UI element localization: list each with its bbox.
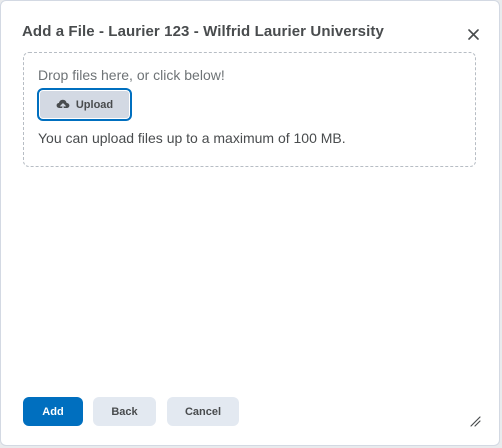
add-button[interactable]: Add (23, 397, 83, 426)
cancel-button[interactable]: Cancel (167, 397, 239, 426)
upload-button[interactable]: Upload (37, 88, 132, 121)
dropzone-prompt: Drop files here, or click below! (38, 67, 225, 83)
upload-limit-text: You can upload files up to a maximum of … (38, 130, 346, 146)
add-file-dialog: Add a File - Laurier 123 - Wilfrid Lauri… (0, 0, 500, 446)
close-icon (467, 28, 479, 40)
close-button[interactable] (463, 24, 483, 44)
cloud-upload-icon (56, 99, 70, 110)
resize-handle-icon[interactable] (469, 415, 481, 427)
file-dropzone[interactable]: Drop files here, or click below! Upload … (23, 52, 476, 167)
dialog-title: Add a File - Laurier 123 - Wilfrid Lauri… (22, 23, 384, 40)
upload-button-label: Upload (75, 98, 114, 111)
back-button[interactable]: Back (93, 397, 156, 426)
